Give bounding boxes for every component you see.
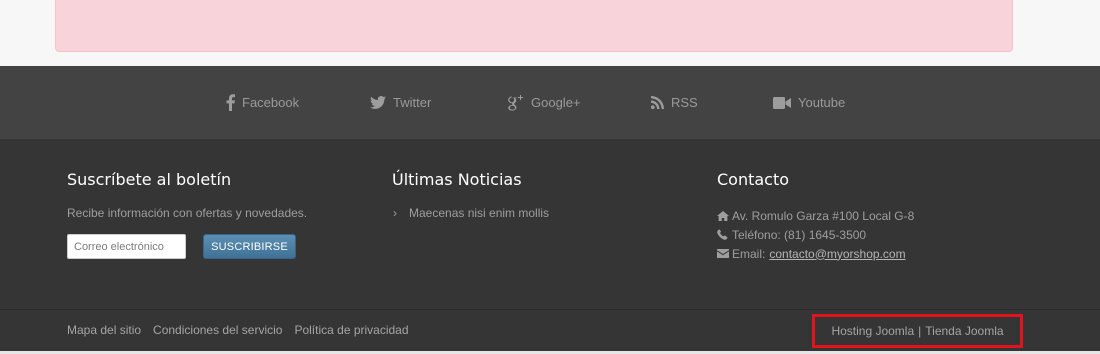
envelope-icon <box>717 249 730 258</box>
contact-phone: Teléfono: (81) 1645-3500 <box>732 227 867 242</box>
footer-link-sitemap[interactable]: Mapa del sitio <box>67 323 141 337</box>
social-link-rss[interactable]: RSS <box>651 66 698 139</box>
newsletter-title: Suscríbete al boletín <box>67 170 232 189</box>
footer-main: Suscríbete al boletín Recibe información… <box>0 139 1100 309</box>
credit-link-store[interactable]: Tienda Joomla <box>925 324 1003 338</box>
subscribe-button[interactable]: SUSCRIBIRSE <box>203 234 296 259</box>
social-label-googleplus: Google+ <box>531 95 581 110</box>
news-list: › Maecenas nisi enim mollis <box>392 206 549 220</box>
credits-separator: | <box>918 324 922 338</box>
social-label-twitter: Twitter <box>393 95 432 110</box>
contact-phone-line: Teléfono: (81) 1645-3500 <box>717 225 914 244</box>
social-label-facebook: Facebook <box>242 95 300 110</box>
social-link-googleplus[interactable]: Google+ <box>506 66 581 139</box>
footer-link-terms[interactable]: Condiciones del servicio <box>153 323 282 337</box>
footer-bottom: Mapa del sitio Condiciones del servicio … <box>0 309 1100 351</box>
news-item-link[interactable]: Maecenas nisi enim mollis <box>409 206 549 220</box>
contact-list: Av. Romulo Garza #100 Local G-8 Teléfono… <box>717 206 914 263</box>
social-link-facebook[interactable]: Facebook <box>226 66 299 139</box>
social-label-youtube: Youtube <box>798 95 846 110</box>
contact-section: Contacto Av. Romulo Garza #100 Local G-8… <box>717 169 914 263</box>
social-bar: Facebook Twitter Google+ RSS Youtube <box>0 66 1100 139</box>
newsletter-description: Recibe información con ofertas y novedad… <box>67 206 308 220</box>
social-link-youtube[interactable]: Youtube <box>773 66 845 139</box>
news-section: Últimas Noticias › Maecenas nisi enim mo… <box>392 169 549 220</box>
home-icon <box>717 210 730 221</box>
newsletter-section: Suscríbete al boletín Recibe información… <box>67 169 307 259</box>
facebook-icon <box>226 94 235 111</box>
footer-link-privacy[interactable]: Política de privacidad <box>294 323 408 337</box>
contact-address: Av. Romulo Garza #100 Local G-8 <box>732 208 915 223</box>
chevron-right-icon: › <box>393 206 397 220</box>
alert-message-box <box>55 0 1013 52</box>
contact-email-link[interactable]: contacto@myorshop.com <box>769 247 905 261</box>
contact-email-label: Email: <box>732 246 766 261</box>
contact-email-line: Email: contacto@myorshop.com <box>717 244 914 263</box>
video-camera-icon <box>773 96 791 109</box>
content-area <box>0 0 1100 66</box>
twitter-icon <box>370 96 386 109</box>
footer-links: Mapa del sitio Condiciones del servicio … <box>67 310 421 350</box>
credit-link-hosting[interactable]: Hosting Joomla <box>831 324 914 338</box>
news-title: Últimas Noticias <box>392 170 522 189</box>
newsletter-form: SUSCRIBIRSE <box>67 234 307 259</box>
rss-icon <box>651 96 664 109</box>
credits-highlight-box: Hosting Joomla | Tienda Joomla <box>812 314 1023 348</box>
contact-address-line: Av. Romulo Garza #100 Local G-8 <box>717 206 914 225</box>
google-plus-icon <box>506 94 524 112</box>
social-link-twitter[interactable]: Twitter <box>370 66 431 139</box>
social-label-rss: RSS <box>671 95 698 110</box>
phone-icon <box>717 229 730 240</box>
newsletter-email-input[interactable] <box>67 234 186 259</box>
news-item: › Maecenas nisi enim mollis <box>392 206 549 220</box>
contact-title: Contacto <box>717 170 790 189</box>
